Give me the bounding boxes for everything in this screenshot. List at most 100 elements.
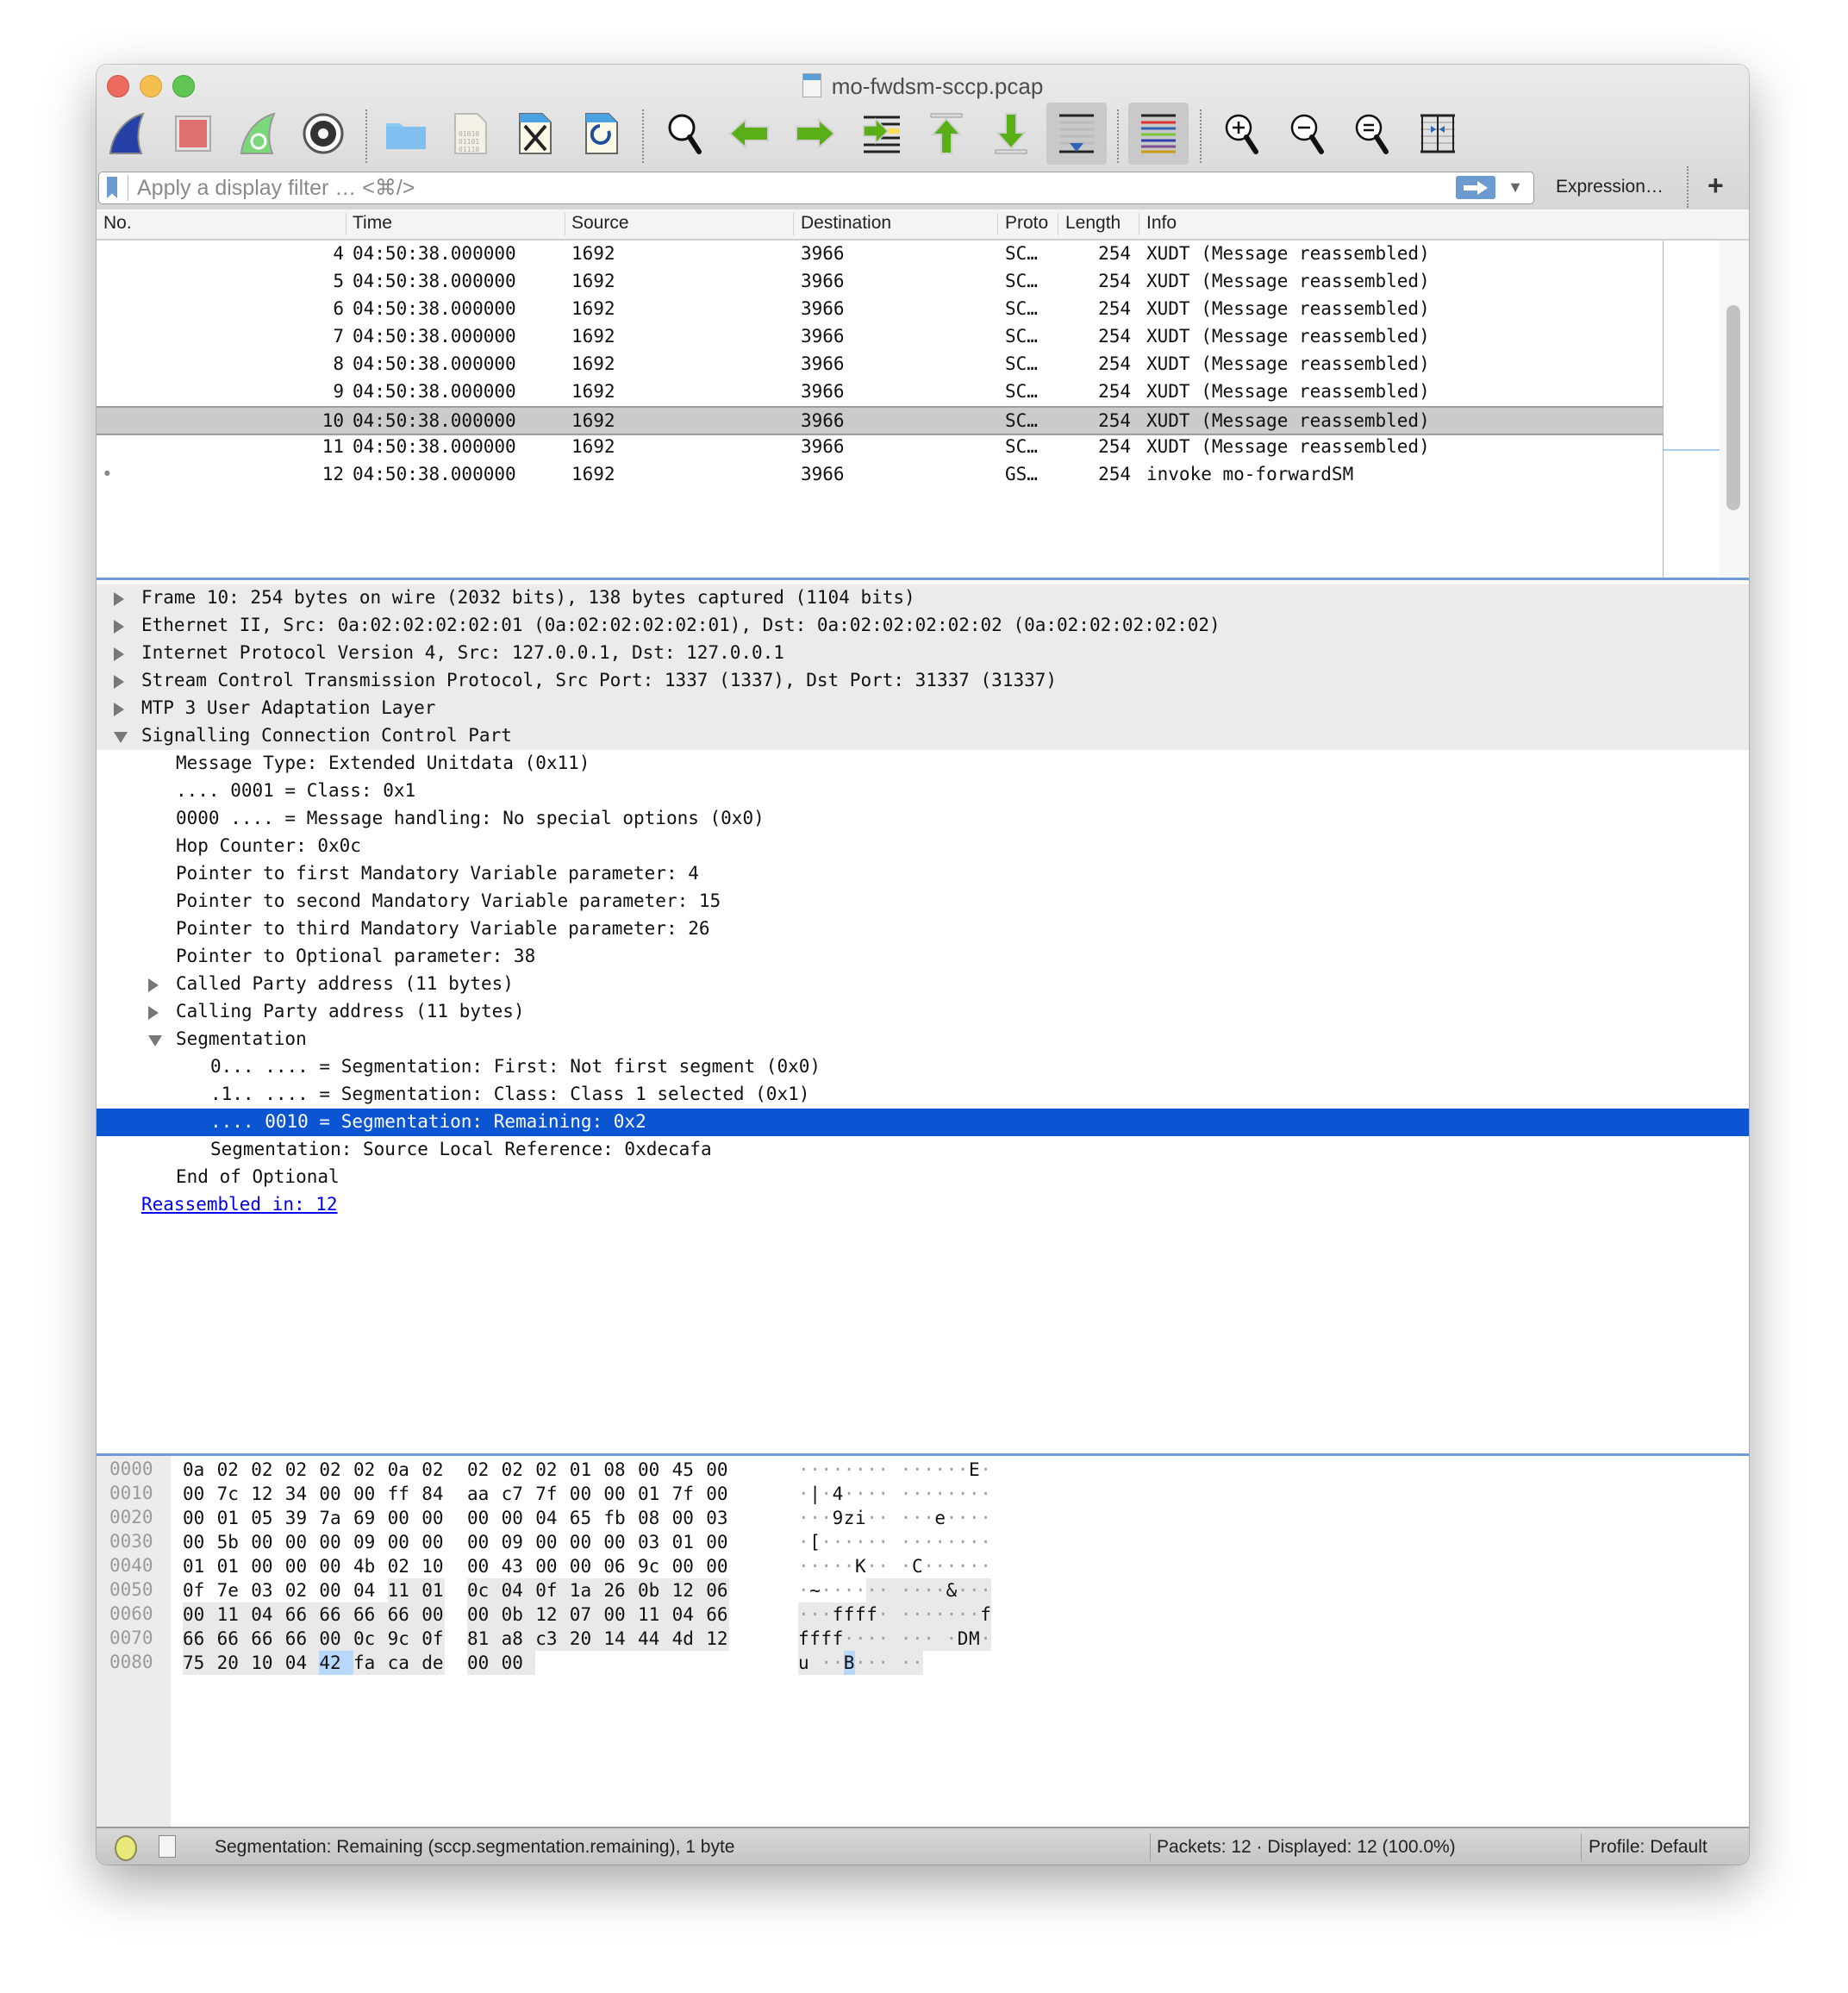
hex-byte[interactable]: 00 [672, 1554, 707, 1578]
ascii-char[interactable]: · [855, 1578, 866, 1603]
ascii-char[interactable]: · [980, 1506, 991, 1530]
hex-byte[interactable]: fb [603, 1506, 638, 1530]
expand-arrow-icon[interactable] [148, 978, 159, 992]
expand-arrow-icon[interactable] [114, 620, 124, 634]
bookmark-icon[interactable] [107, 177, 117, 198]
capture-options-button[interactable] [299, 109, 347, 158]
hex-byte[interactable]: 00 [672, 1506, 707, 1530]
hex-byte[interactable]: 66 [284, 1627, 320, 1651]
hex-byte[interactable]: 0b [501, 1603, 536, 1627]
hex-byte[interactable]: 04 [284, 1651, 320, 1675]
ascii-char[interactable]: · [980, 1627, 992, 1651]
hex-byte[interactable]: 02 [353, 1458, 388, 1482]
ascii-char[interactable]: f [980, 1603, 992, 1627]
ascii-char[interactable]: · [877, 1651, 890, 1675]
hex-byte[interactable]: 0a [388, 1458, 422, 1482]
expand-arrow-icon[interactable] [114, 647, 124, 661]
tree-item[interactable]: Message Type: Extended Unitdata (0x11) [97, 750, 1749, 778]
ascii-char[interactable]: · [866, 1554, 877, 1578]
hex-byte[interactable]: 34 [285, 1482, 320, 1506]
ascii-char[interactable]: · [912, 1578, 924, 1603]
zoom-in-button[interactable] [1218, 109, 1266, 158]
ascii-char[interactable]: D [957, 1627, 969, 1651]
hex-byte[interactable]: 84 [421, 1482, 444, 1506]
hex-byte[interactable]: ca [387, 1651, 422, 1675]
hex-byte[interactable]: 00 [421, 1603, 445, 1627]
tree-item[interactable]: 0... .... = Segmentation: First: Not fir… [97, 1053, 1749, 1081]
ascii-char[interactable]: · [855, 1627, 867, 1651]
hex-byte[interactable]: 02 [217, 1458, 252, 1482]
tree-item[interactable]: MTP 3 User Adaptation Layer [97, 695, 1749, 722]
packet-row[interactable]: 10 04:50:38.000000 1692 3966 SC… XUDT (Messag… [97, 406, 1663, 435]
tree-item[interactable]: End of Optional [97, 1164, 1749, 1191]
ascii-char[interactable]: · [946, 1482, 958, 1506]
hex-byte[interactable]: 9c [387, 1627, 422, 1651]
hex-byte[interactable]: 01 [638, 1482, 672, 1506]
ascii-char[interactable] [889, 1651, 901, 1675]
ascii-char[interactable]: · [980, 1530, 991, 1554]
hex-byte[interactable]: 0f [421, 1627, 445, 1651]
ascii-char[interactable]: · [855, 1651, 867, 1675]
hex-byte[interactable]: 65 [570, 1506, 604, 1530]
hex-byte[interactable]: 75 [183, 1651, 217, 1675]
column-header-length[interactable]: Length [1065, 213, 1121, 234]
ascii-char[interactable]: M [969, 1627, 981, 1651]
ascii-char[interactable] [889, 1578, 901, 1603]
packet-row[interactable]: 9 04:50:38.000000 1692 3966 SC… XUDT (Message… [97, 378, 1663, 406]
save-file-button[interactable]: 01010 01101 01110 [446, 109, 495, 158]
go-forward-button[interactable] [790, 109, 839, 158]
hex-byte[interactable]: 7c [217, 1482, 252, 1506]
ascii-char[interactable]: · [923, 1458, 934, 1482]
ascii-char[interactable]: · [923, 1530, 934, 1554]
column-header-no[interactable]: No. [103, 213, 132, 234]
hex-byte[interactable]: 7e [217, 1578, 252, 1603]
hex-byte[interactable]: 00 [285, 1554, 320, 1578]
tree-item[interactable]: Pointer to first Mandatory Variable para… [97, 860, 1749, 888]
ascii-char[interactable]: E [969, 1458, 980, 1482]
hex-byte[interactable]: 1a [569, 1578, 604, 1603]
go-first-packet-button[interactable] [922, 109, 971, 158]
hex-byte[interactable]: 02 [251, 1458, 285, 1482]
ascii-char[interactable]: · [901, 1482, 912, 1506]
ascii-char[interactable]: · [798, 1482, 809, 1506]
hex-byte[interactable]: 0b [638, 1578, 672, 1603]
hex-byte[interactable]: 10 [251, 1651, 285, 1675]
hex-byte[interactable]: 66 [706, 1603, 729, 1627]
collapse-arrow-icon[interactable] [114, 732, 128, 743]
ascii-char[interactable]: · [901, 1458, 912, 1482]
packet-row[interactable]: 4 04:50:38.000000 1692 3966 SC… XUDT (Message… [97, 241, 1663, 268]
ascii-char[interactable]: · [877, 1530, 889, 1554]
ascii-char[interactable]: 4 [833, 1482, 844, 1506]
ascii-char[interactable]: ~ [809, 1578, 821, 1603]
ascii-char[interactable]: · [877, 1627, 890, 1651]
zoom-out-button[interactable] [1283, 109, 1332, 158]
ascii-char[interactable]: · [866, 1627, 878, 1651]
hex-byte[interactable]: 43 [502, 1554, 536, 1578]
tree-item[interactable]: Segmentation: Source Local Reference: 0x… [97, 1136, 1749, 1164]
ascii-char[interactable]: · [798, 1554, 809, 1578]
hex-byte[interactable]: 00 [706, 1530, 728, 1554]
hex-byte[interactable]: 04 [501, 1578, 536, 1603]
hex-byte[interactable]: 12 [706, 1627, 729, 1651]
hex-byte[interactable]: 00 [535, 1530, 570, 1554]
ascii-char[interactable]: · [844, 1458, 855, 1482]
hex-byte[interactable]: 03 [251, 1578, 285, 1603]
ascii-char[interactable]: · [833, 1530, 844, 1554]
ascii-char[interactable]: f [809, 1627, 821, 1651]
hex-byte[interactable]: 04 [535, 1506, 570, 1530]
ascii-char[interactable]: · [923, 1506, 934, 1530]
ascii-char[interactable]: · [957, 1603, 969, 1627]
hex-byte[interactable]: 20 [216, 1651, 252, 1675]
ascii-char[interactable]: · [912, 1506, 923, 1530]
hex-byte[interactable]: 02 [502, 1458, 536, 1482]
ascii-char[interactable]: · [923, 1603, 935, 1627]
ascii-char[interactable]: · [923, 1554, 934, 1578]
hex-byte[interactable]: 00 [319, 1530, 353, 1554]
tree-item[interactable]: 0000 .... = Message handling: No special… [97, 805, 1749, 833]
ascii-char[interactable]: · [980, 1554, 991, 1578]
packet-minimap[interactable] [1663, 241, 1721, 578]
display-filter-input[interactable] [135, 172, 1432, 203]
ascii-char[interactable]: · [866, 1482, 877, 1506]
ascii-char[interactable]: · [958, 1458, 969, 1482]
hex-byte[interactable]: 00 [570, 1482, 604, 1506]
